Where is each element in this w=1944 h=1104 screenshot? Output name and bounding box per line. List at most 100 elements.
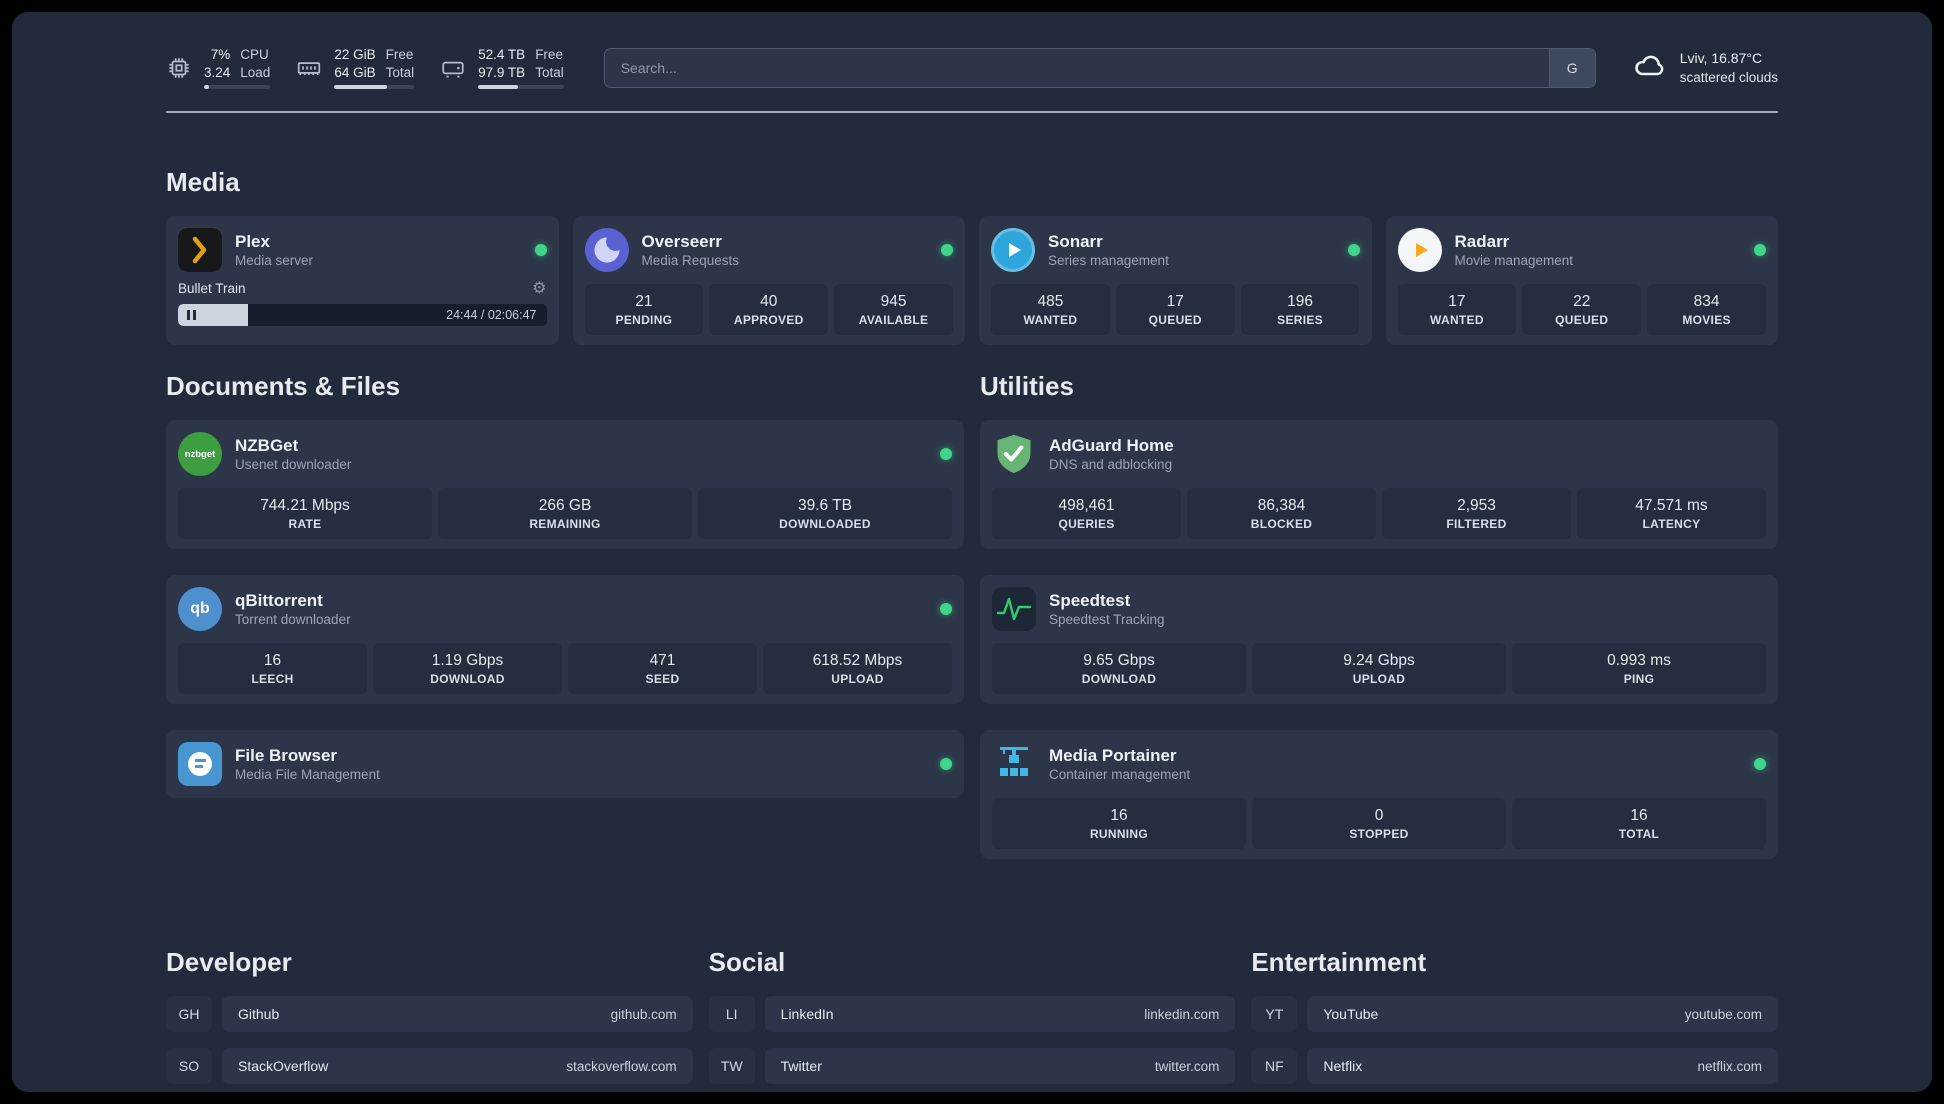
bookmark-link[interactable]: StackOverflow stackoverflow.com: [222, 1048, 693, 1084]
stat-tile: 22 QUEUED: [1522, 284, 1642, 335]
bookmark-link[interactable]: YouTube youtube.com: [1307, 996, 1778, 1032]
settings-gear-icon[interactable]: ⚙: [532, 278, 546, 298]
status-dot: [1754, 758, 1766, 770]
bookmark-link[interactable]: Twitter twitter.com: [764, 1048, 1236, 1084]
stat-label: TOTAL: [1618, 827, 1660, 841]
memory-total-label: Total: [385, 65, 415, 80]
bookmark-abbr: YT: [1251, 996, 1298, 1032]
now-playing-widget: Bullet Train ⚙ 24:44 / 02:06:47: [178, 278, 547, 326]
service-card-filebrowser[interactable]: File Browser Media File Management: [166, 730, 964, 798]
stat-tile: 47.571 ms LATENCY: [1577, 488, 1766, 539]
overseerr-icon: [584, 228, 629, 272]
search-input[interactable]: [604, 48, 1549, 87]
service-title: Speedtest: [1049, 590, 1131, 610]
bookmark-group-developer: Developer GH Github github.com SO StackO…: [166, 947, 693, 1092]
memory-icon: [296, 55, 322, 81]
stat-label: APPROVED: [733, 313, 804, 327]
service-title: Plex: [235, 231, 270, 251]
memory-free-value: 22 GiB: [334, 47, 376, 62]
bookmark-link[interactable]: Github github.com: [222, 996, 693, 1032]
stat-label: DOWNLOAD: [1081, 672, 1157, 686]
stat-value: 0: [1374, 807, 1384, 824]
stat-value: 86,384: [1257, 497, 1306, 514]
bookmark-name: YouTube: [1323, 1006, 1379, 1022]
stat-tile: 471 SEED: [568, 643, 757, 694]
bookmark-link[interactable]: Netflix netflix.com: [1307, 1048, 1778, 1084]
status-dot: [940, 603, 952, 615]
disk-widget: 52.4 TB Free 97.9 TB Total: [440, 46, 564, 89]
bookmark-url: twitter.com: [1154, 1058, 1220, 1074]
service-card-sonarr[interactable]: Sonarr Series management 485 WANTED 17 Q…: [979, 216, 1372, 345]
stat-value: 16: [263, 652, 282, 669]
stat-value: 21: [635, 293, 653, 310]
service-subtitle: Usenet downloader: [235, 456, 352, 472]
cpu-load-label: Load: [240, 65, 271, 80]
stat-value: 9.24 Gbps: [1343, 652, 1415, 669]
sonarr-icon: [991, 228, 1035, 272]
cpu-widget: 7% CPU 3.24 Load: [166, 46, 271, 89]
stat-tile: 744.21 Mbps RATE: [178, 488, 432, 539]
stat-value: 39.6 TB: [797, 497, 852, 514]
nzbget-icon: nzbget: [178, 432, 222, 476]
bookmark-linkedin: LI LinkedIn linkedin.com: [708, 996, 1236, 1032]
dashboard-app: 7% CPU 3.24 Load 22 GiB Free 64 GiB Tota…: [12, 12, 1932, 1092]
status-dot: [940, 758, 952, 770]
service-card-overseerr[interactable]: Overseerr Media Requests 21 PENDING 40 A…: [572, 216, 965, 345]
stat-label: DOWNLOADED: [779, 517, 871, 531]
stat-value: 22: [1573, 293, 1591, 310]
utilities-column: Utilities AdGuard Home DNS and adblockin…: [980, 371, 1778, 885]
stat-value: 618.52 Mbps: [812, 652, 903, 669]
cloud-icon: [1632, 50, 1668, 85]
pause-icon[interactable]: [187, 310, 196, 320]
weather-condition: scattered clouds: [1679, 69, 1778, 85]
bookmark-link[interactable]: LinkedIn linkedin.com: [764, 996, 1236, 1032]
disk-stats: 52.4 TB Free 97.9 TB Total: [478, 46, 564, 89]
playback-progress-bar[interactable]: 24:44 / 02:06:47: [178, 304, 547, 326]
top-bar: 7% CPU 3.24 Load 22 GiB Free 64 GiB Tota…: [166, 12, 1778, 89]
speedtest-icon: [992, 587, 1036, 631]
stat-value: 744.21 Mbps: [260, 497, 350, 514]
service-subtitle: Torrent downloader: [235, 611, 351, 627]
radarr-icon: [1397, 228, 1442, 272]
stat-value: 0.993 ms: [1607, 652, 1671, 669]
stat-tile: 17 QUEUED: [1115, 284, 1235, 335]
service-subtitle: DNS and adblocking: [1049, 456, 1173, 472]
disk-progress-bar: [478, 85, 564, 89]
service-card-portainer[interactable]: Media Portainer Container management 16 …: [980, 730, 1778, 859]
service-subtitle: Speedtest Tracking: [1049, 611, 1165, 627]
stat-value: 9.65 Gbps: [1083, 652, 1155, 669]
service-card-nzbget[interactable]: nzbget NZBGet Usenet downloader 744.21 M…: [166, 420, 964, 549]
stat-tile: 485 WANTED: [991, 284, 1110, 335]
section-title-social: Social: [708, 947, 786, 977]
service-card-plex[interactable]: Plex Media server Bullet Train ⚙ 24:44 /…: [166, 216, 559, 345]
plex-icon: [178, 228, 222, 272]
memory-free-label: Free: [385, 47, 414, 62]
stat-value: 485: [1037, 293, 1064, 310]
bookmark-youtube: YT YouTube youtube.com: [1251, 996, 1778, 1032]
service-title: AdGuard Home: [1049, 435, 1174, 455]
service-card-qbittorrent[interactable]: qb qBittorrent Torrent downloader 16 LEE…: [166, 575, 964, 704]
bookmark-group-social: Social LI LinkedIn linkedin.com TW Twitt…: [708, 947, 1236, 1092]
bookmark-url: netflix.com: [1697, 1058, 1762, 1074]
status-dot: [1754, 244, 1766, 256]
service-card-adguard[interactable]: AdGuard Home DNS and adblocking 498,461 …: [980, 420, 1778, 549]
stat-tile: 945 AVAILABLE: [834, 284, 953, 335]
weather-location: Lviv, 16.87°C: [1679, 49, 1763, 66]
stat-tile: 498,461 QUERIES: [992, 488, 1181, 539]
adguard-icon: [992, 432, 1036, 476]
bookmark-url: linkedin.com: [1144, 1006, 1220, 1022]
service-title: Sonarr: [1048, 231, 1103, 251]
search-provider-button[interactable]: G: [1548, 48, 1595, 87]
stat-value: 1.19 Gbps: [431, 652, 504, 669]
service-card-speedtest[interactable]: Speedtest Speedtest Tracking 9.65 Gbps D…: [980, 575, 1778, 704]
cpu-load-value: 3.24: [204, 65, 231, 80]
section-title-utilities: Utilities: [980, 371, 1074, 401]
bookmark-url: stackoverflow.com: [566, 1058, 677, 1074]
bookmark-abbr: SO: [166, 1048, 212, 1084]
stat-tile: 0.993 ms PING: [1512, 643, 1766, 694]
media-card-grid: Plex Media server Bullet Train ⚙ 24:44 /…: [166, 216, 1778, 345]
service-card-radarr[interactable]: Radarr Movie management 17 WANTED 22 QUE…: [1385, 216, 1778, 345]
bookmark-name: Github: [238, 1006, 280, 1022]
stat-tile: 834 MOVIES: [1647, 284, 1766, 335]
stat-label: STOPPED: [1349, 827, 1409, 841]
